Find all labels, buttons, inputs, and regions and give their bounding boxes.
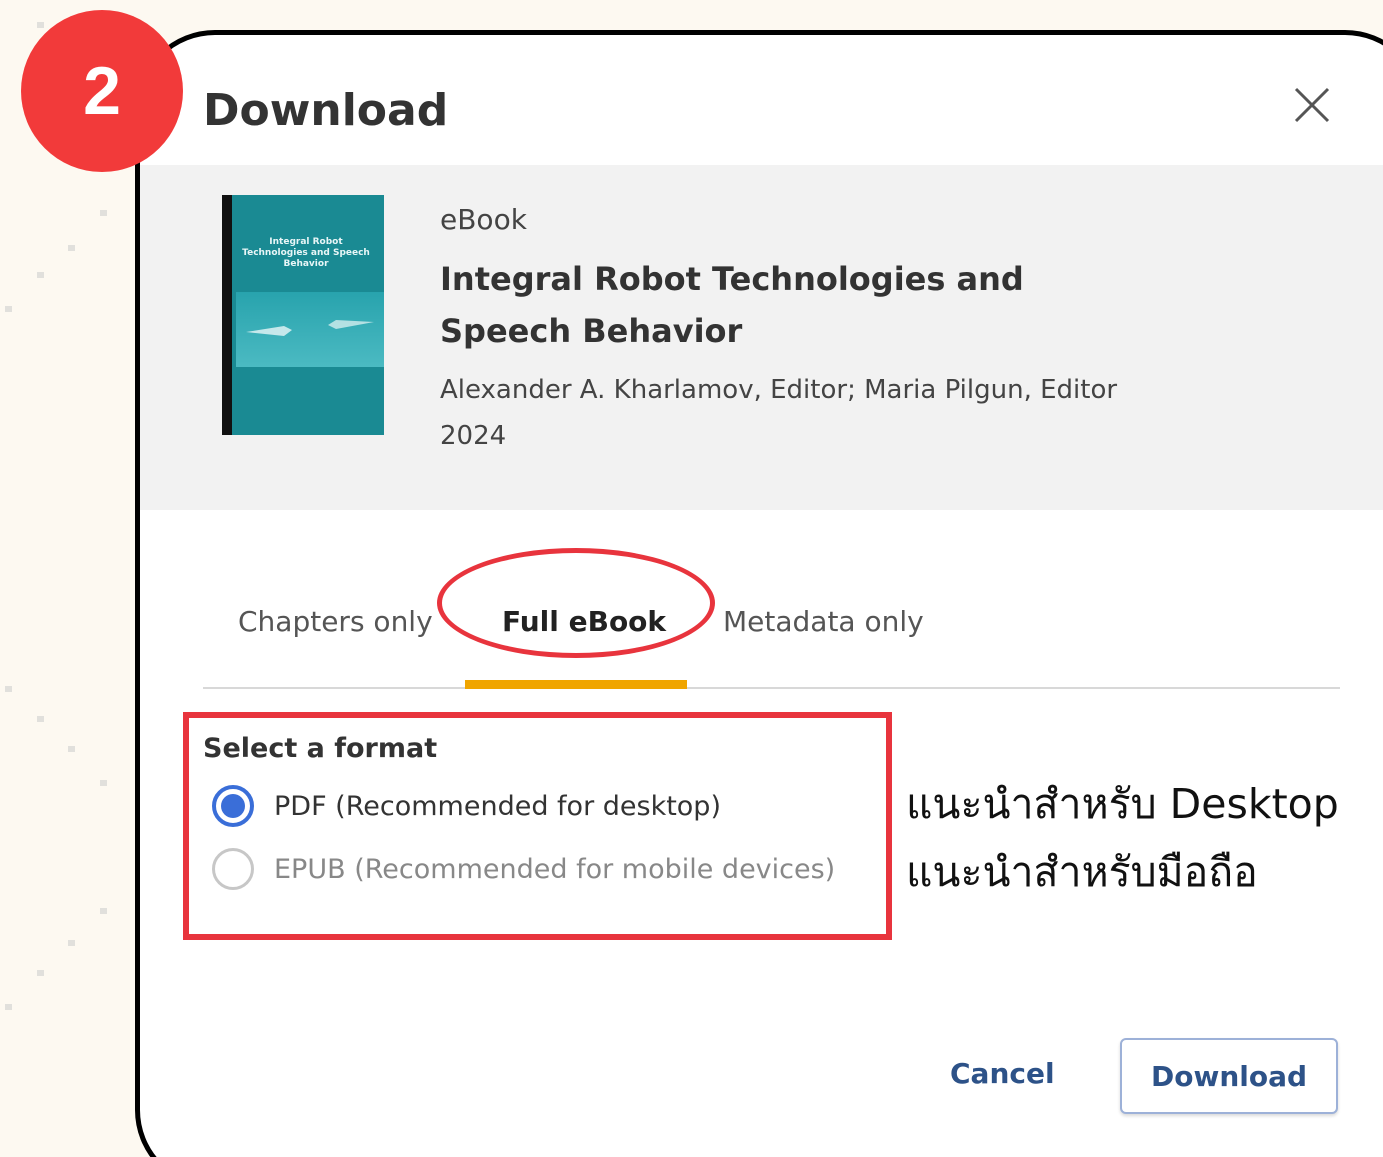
background-speck <box>5 1004 12 1010</box>
mobile-note: แนะนำสำหรับมือถือ <box>906 848 1258 896</box>
tabs-divider <box>203 687 1340 689</box>
background-speck <box>100 210 107 216</box>
download-button[interactable]: Download <box>1120 1038 1338 1114</box>
dialog-title: Download <box>203 85 449 136</box>
cover-hands-art <box>236 292 384 367</box>
background-speck <box>37 716 44 722</box>
download-dialog: Download Integral Robot Technologies and… <box>135 30 1383 1157</box>
format-highlight-box <box>183 712 892 940</box>
book-title: Integral Robot Technologies and Speech B… <box>440 260 1024 350</box>
step-number-badge: 2 <box>21 10 183 172</box>
desktop-note: แนะนำสำหรับ Desktop <box>906 780 1339 828</box>
book-cover-image: Integral Robot Technologies and Speech B… <box>222 195 384 435</box>
background-speck <box>37 970 44 976</box>
background-speck <box>100 908 107 914</box>
background-speck <box>5 306 12 312</box>
book-year: 2024 <box>440 421 507 451</box>
tab-chapters-only[interactable]: Chapters only <box>238 605 433 638</box>
active-tab-indicator <box>465 680 687 689</box>
cover-title: Integral Robot Technologies and Speech B… <box>242 237 370 269</box>
background-speck <box>5 686 12 692</box>
background-speck <box>37 272 44 278</box>
cancel-button[interactable]: Cancel <box>950 1057 1055 1090</box>
background-speck <box>68 746 75 752</box>
background-speck <box>37 22 44 28</box>
close-icon[interactable] <box>1292 85 1332 125</box>
background-speck <box>100 780 107 786</box>
book-authors: Alexander A. Kharlamov, Editor; Maria Pi… <box>440 375 1118 405</box>
item-type-label: eBook <box>440 203 527 236</box>
background-speck <box>68 245 75 251</box>
background-speck <box>68 940 75 946</box>
tab-metadata-only[interactable]: Metadata only <box>723 605 924 638</box>
tab-highlight-ellipse <box>437 548 715 658</box>
